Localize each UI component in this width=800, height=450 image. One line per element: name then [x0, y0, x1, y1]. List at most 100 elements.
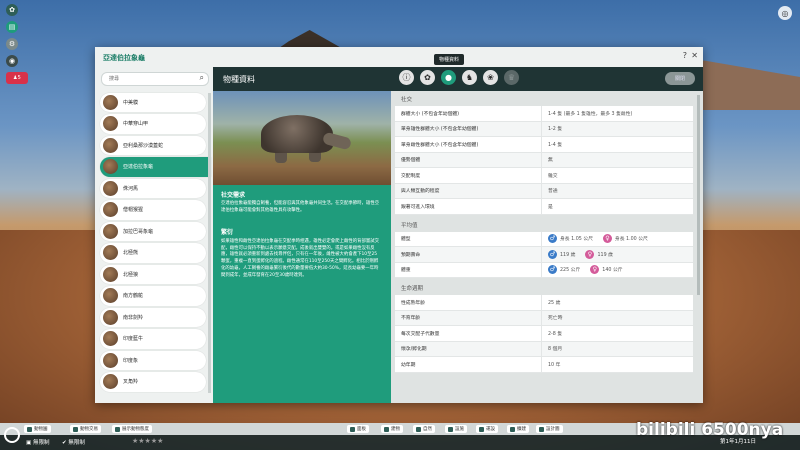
clock-icon[interactable]: [4, 427, 20, 443]
zoo-icon[interactable]: ✿: [6, 4, 18, 16]
row-value: 1-4 隻 (最多 1 隻雄性，最多 3 隻雌性): [541, 106, 693, 121]
row-value: ♂ 225 公斤 ♀ 140 公斤: [541, 262, 693, 277]
species-label: 中華穿山甲: [123, 121, 149, 128]
social-table: 群體大小 (不包含年幼個體) 1-4 隻 (最多 1 隻雄性，最多 3 隻雌性) 單…: [395, 106, 693, 215]
bottom-tab[interactable]: 動物交易: [70, 425, 101, 433]
species-list-item[interactable]: 亞達伯拉象龜: [100, 157, 211, 177]
male-icon: ♂: [548, 249, 557, 259]
help-button[interactable]: ?: [683, 51, 687, 60]
row-key: 交配制度: [401, 173, 421, 179]
species-list-item[interactable]: 僧帽猴猩: [100, 200, 206, 220]
build-tab-icon: [539, 426, 544, 432]
header-toggle-button[interactable]: 關閉: [665, 72, 695, 85]
close-button[interactable]: ✕: [691, 51, 698, 60]
build-tab-label: 設計圖: [546, 427, 560, 432]
species-label: 南方鶴鴕: [123, 293, 144, 300]
species-list-scrollbar[interactable]: [208, 93, 211, 393]
build-tab-icon: [448, 426, 453, 432]
species-list-item[interactable]: 北極狼: [100, 264, 206, 285]
globe-icon[interactable]: ◉: [6, 55, 18, 67]
camera-icon[interactable]: ◎: [778, 6, 792, 20]
build-tab[interactable]: 擴建: [507, 425, 529, 433]
build-tab[interactable]: 設計圖: [536, 425, 563, 433]
table-row: 群體大小 (不包含年幼個體) 1-4 隻 (最多 1 隻雄性，最多 3 隻雌性): [395, 106, 693, 122]
description-panel: 社交需求 亞達伯拉象龜能獨自飼養，但能容忍與其他象龜共同生活。在交配季節時，雄性…: [213, 185, 391, 403]
food-icon[interactable]: ●: [441, 70, 456, 85]
bottom-tab[interactable]: 展示動物態度: [112, 425, 152, 433]
species-avatar: [103, 288, 118, 304]
species-label: 北極熊: [123, 250, 139, 257]
build-tab[interactable]: 設施: [445, 425, 467, 433]
bottom-tab-label: 動物園: [34, 427, 48, 432]
species-list-item[interactable]: 侏河馬: [100, 178, 206, 199]
male-value: ♂ 225 公斤: [548, 265, 580, 275]
female-icon: ♀: [590, 265, 600, 275]
search-placeholder: 搜尋: [109, 76, 120, 82]
female-text: 身長 1.00 公尺: [614, 237, 648, 243]
animal-icon[interactable]: ♞: [462, 70, 477, 85]
settings-icon[interactable]: ⚙: [6, 38, 18, 50]
data-panel-scrollbar[interactable]: [697, 95, 700, 295]
species-label: 亞利桑那沙漠蓋蛇: [123, 142, 164, 149]
species-label: 叉角羚: [123, 379, 139, 386]
search-input[interactable]: 搜尋 ⌕: [101, 72, 209, 86]
build-tab[interactable]: 運設: [476, 425, 498, 433]
row-key: 優勢個體: [401, 158, 421, 164]
female-icon: ♀: [602, 234, 612, 244]
species-list-item[interactable]: 印度藍牛: [100, 329, 206, 349]
staff-alert-icon[interactable]: ♟ 5: [6, 72, 28, 84]
table-row: 預期壽命 ♂ 119 歲 ♀ 119 歲: [395, 247, 693, 263]
row-value: 2-8 隻: [541, 326, 693, 341]
species-list-item[interactable]: 加拉巴哥象龜: [100, 221, 206, 242]
status-guests: ▣ 無限制: [26, 438, 49, 446]
paw-icon[interactable]: ❀: [483, 70, 498, 85]
tab-tooltip: 物種資料: [434, 54, 465, 65]
species-list-item[interactable]: 印度象: [100, 350, 206, 371]
game-date: 第1年1月11日: [720, 439, 756, 445]
build-tab-icon: [350, 426, 355, 432]
male-icon: ♂: [548, 234, 557, 244]
build-tab-label: 擴建: [517, 427, 526, 432]
male-value: ♂ 119 歲: [548, 249, 576, 259]
row-value: 10 年: [541, 357, 693, 372]
species-avatar: [103, 309, 118, 325]
social-needs-text: 亞達伯拉象龜能獨自飼養，但能容忍與其他象龜共同生活。在交配季節時，雄性亞達伯拉象…: [221, 201, 380, 213]
build-tab[interactable]: 面板: [347, 425, 369, 433]
table-row: 性成熟年齡 25 歲: [395, 295, 693, 311]
species-avatar: [103, 352, 118, 368]
species-list-item[interactable]: 南非劍羚: [100, 307, 206, 328]
row-value: 普通: [541, 183, 693, 198]
build-tab[interactable]: 自然: [413, 425, 435, 433]
species-list-item[interactable]: 亞利桑那沙漠蓋蛇: [100, 135, 206, 156]
table-row: 體型 ♂ 身長 1.05 公尺 ♀ 身長 1.00 公尺: [395, 231, 693, 247]
species-list-item[interactable]: 北極熊: [100, 243, 206, 263]
social-needs-heading: 社交需求: [221, 192, 246, 199]
male-value: ♂ 身長 1.05 公尺: [548, 234, 593, 244]
table-row: 單身雌性群體大小 (不包含年幼個體) 1-4 隻: [395, 137, 693, 153]
species-avatar: [103, 116, 118, 132]
zoo-rating-stars: ★★★★★: [132, 437, 164, 445]
row-key: 懷孕/孵化期: [401, 347, 427, 353]
species-panel: 搜尋 ⌕ 中美貘中華穿山甲亞利桑那沙漠蓋蛇亞達伯拉象龜 侏河馬 僧帽猴猩 加拉巴哥象龜…: [95, 67, 213, 403]
table-row: 交配制度 雜交: [395, 168, 693, 184]
female-value: ♀ 119 歲: [585, 249, 613, 259]
dialog-title: 亞達伯拉象龜: [103, 54, 145, 62]
species-avatar: [103, 266, 118, 282]
build-tab[interactable]: 建物: [381, 425, 403, 433]
species-list-item[interactable]: 叉角羚: [100, 372, 206, 392]
search-icon[interactable]: ⌕: [200, 73, 204, 83]
habitat-icon[interactable]: ✿: [420, 70, 435, 85]
info-icon[interactable]: ⓘ: [399, 70, 414, 85]
bottom-tab[interactable]: 動物園: [24, 425, 51, 433]
notebook-icon[interactable]: ▤: [6, 21, 18, 33]
species-list-item[interactable]: 中美貘: [100, 93, 206, 113]
male-text: 119 歲: [560, 252, 576, 258]
species-list-item[interactable]: 中華穿山甲: [100, 114, 206, 134]
species-list-item[interactable]: 南方鶴鴕: [100, 286, 206, 306]
species-info-dialog: 亞達伯拉象龜 ? ✕ 搜尋 ⌕ 中美貘 中華穿山甲 亞利桑那沙漠蓋蛇 亞達伯拉象龜 侏河…: [95, 47, 703, 403]
species-avatar: [103, 223, 118, 239]
build-tab-label: 建物: [391, 427, 400, 432]
bottom-tab-icon: [73, 426, 78, 432]
species-avatar: [103, 159, 118, 175]
row-value: ♂ 身長 1.05 公尺 ♀ 身長 1.00 公尺: [541, 231, 693, 246]
